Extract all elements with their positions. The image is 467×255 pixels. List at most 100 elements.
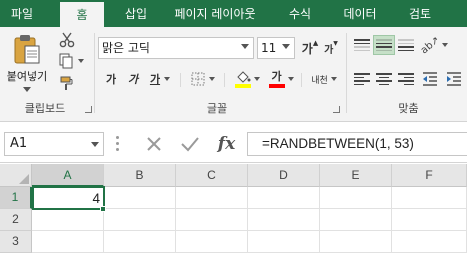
column-header-b[interactable]: B <box>104 164 176 187</box>
format-painter-button[interactable] <box>56 73 78 93</box>
formula-controls: fx <box>136 132 244 156</box>
separator <box>180 73 181 87</box>
align-middle-button[interactable] <box>373 35 395 55</box>
tab-file[interactable]: 파일 <box>0 0 44 27</box>
paste-label: 붙여넣기 <box>6 70 48 83</box>
group-divider <box>94 33 95 113</box>
chevron-down-icon[interactable] <box>23 87 31 92</box>
row-header-2[interactable]: 2 <box>0 209 32 231</box>
fill-color-button[interactable] <box>232 68 262 90</box>
name-box[interactable]: A1 <box>4 132 104 156</box>
cell-f1[interactable] <box>392 187 467 209</box>
formula-bar: A1 fx =RANDBETWEEN(1, 53) <box>0 123 467 163</box>
tab-insert[interactable]: 삽입 <box>114 0 158 27</box>
column-header-a[interactable]: A <box>32 164 104 187</box>
decrease-font-size-label: 가 <box>324 44 334 56</box>
cell-c2[interactable] <box>176 209 248 231</box>
align-top-button[interactable] <box>351 35 373 55</box>
increase-indent-button[interactable] <box>443 69 465 89</box>
cell-d3[interactable] <box>248 231 320 253</box>
font-dialog-launcher-icon[interactable] <box>333 106 340 113</box>
column-header-c[interactable]: C <box>176 164 248 187</box>
column-header-e[interactable]: E <box>320 164 392 187</box>
font-family-select[interactable]: 맑은 고딕 <box>98 37 254 59</box>
align-left-button[interactable] <box>351 69 373 89</box>
chevron-down-icon[interactable] <box>78 59 84 63</box>
chevron-down-icon <box>330 77 337 81</box>
cut-button[interactable] <box>56 30 78 50</box>
clipboard-paste-icon <box>12 33 42 65</box>
chevron-down-icon <box>442 43 449 47</box>
decrease-indent-button[interactable] <box>419 69 441 89</box>
cell-e3[interactable] <box>320 231 392 253</box>
underline-button[interactable]: 가 <box>146 68 174 90</box>
cell-b3[interactable] <box>104 231 176 253</box>
fill-handle[interactable] <box>100 206 106 212</box>
tab-review[interactable]: 검토 <box>398 0 442 27</box>
bold-button[interactable]: 가 <box>102 68 120 90</box>
separator <box>301 73 302 87</box>
column-header-f[interactable]: F <box>392 164 467 187</box>
tab-data[interactable]: 데이터 <box>332 0 388 27</box>
cell-a2[interactable] <box>32 210 104 231</box>
chevron-down-icon <box>164 77 171 81</box>
cell-a1[interactable]: 4 <box>32 186 105 210</box>
ribbon-tab-bar: 파일 홈 삽입 페이지 레이아웃 수식 데이터 검토 <box>0 0 467 27</box>
row-header-3[interactable]: 3 <box>0 231 32 253</box>
borders-button[interactable] <box>188 68 218 90</box>
worksheet-grid: A B C D E F 1 2 3 4 <box>0 164 467 255</box>
cell-e2[interactable] <box>320 209 392 231</box>
phonetic-guide-button[interactable]: 내천 <box>305 68 343 90</box>
copy-button[interactable] <box>54 51 88 71</box>
font-group-label: 글꼴 <box>206 102 228 115</box>
cell-b1[interactable] <box>105 187 176 209</box>
cell-e1[interactable] <box>320 187 392 209</box>
font-color-button[interactable]: 가 <box>266 68 296 90</box>
tab-home[interactable]: 홈 <box>60 2 104 27</box>
italic-button[interactable]: 가 <box>124 68 142 90</box>
increase-font-size-label: 가 <box>301 41 313 56</box>
cell-c3[interactable] <box>176 231 248 253</box>
enter-check-icon[interactable] <box>180 135 200 153</box>
phonetic-guide-label: 내천 <box>311 75 328 86</box>
cell-d2[interactable] <box>248 209 320 231</box>
select-all-button[interactable] <box>0 164 32 187</box>
group-divider <box>346 33 347 113</box>
cell-c1[interactable] <box>176 187 248 209</box>
copy-icon <box>59 53 73 69</box>
cell-a3[interactable] <box>32 231 104 253</box>
increase-font-size-button[interactable]: 가 ▲ <box>301 37 319 59</box>
borders-icon <box>191 72 205 86</box>
chevron-down-icon <box>241 44 249 49</box>
clipboard-dialog-launcher-icon[interactable] <box>85 106 92 113</box>
chevron-down-icon[interactable] <box>91 142 99 147</box>
align-right-button[interactable] <box>395 69 417 89</box>
paintbrush-icon <box>60 76 73 90</box>
formula-bar-grip-icon[interactable] <box>116 136 119 151</box>
cell-f2[interactable] <box>392 209 467 231</box>
bold-label: 가 <box>105 73 117 86</box>
font-size-select[interactable]: 11 <box>257 37 295 59</box>
paste-button[interactable]: 붙여넣기 <box>4 31 50 97</box>
orientation-button[interactable]: ab↗ <box>418 34 449 56</box>
ribbon-home: 붙여넣기 클립보드 맑은 고딕 11 가 ▲ 가 ▼ 가 가 가 가 내천 글꼴… <box>0 27 467 122</box>
font-color-icon: 가 <box>268 70 285 88</box>
increase-indent-icon <box>447 72 461 86</box>
column-header-d[interactable]: D <box>248 164 320 187</box>
cancel-icon[interactable] <box>145 135 163 153</box>
align-center-button[interactable] <box>373 69 395 89</box>
align-bottom-button[interactable] <box>395 35 417 55</box>
cell-b2[interactable] <box>104 209 176 231</box>
tab-page-layout[interactable]: 페이지 레이아웃 <box>162 0 268 27</box>
name-box-value: A1 <box>10 136 28 151</box>
decrease-font-size-button[interactable]: 가 ▼ <box>322 37 340 59</box>
italic-label: 가 <box>127 73 139 86</box>
cell-f3[interactable] <box>392 231 467 253</box>
insert-function-button[interactable]: fx <box>218 134 235 154</box>
tab-formulas[interactable]: 수식 <box>278 0 322 27</box>
chevron-down-icon <box>253 77 260 81</box>
formula-input[interactable]: =RANDBETWEEN(1, 53) <box>247 132 467 156</box>
row-header-1[interactable]: 1 <box>0 187 32 209</box>
cell-d1[interactable] <box>248 187 320 209</box>
alignment-group-label: 맞춤 <box>398 102 419 115</box>
